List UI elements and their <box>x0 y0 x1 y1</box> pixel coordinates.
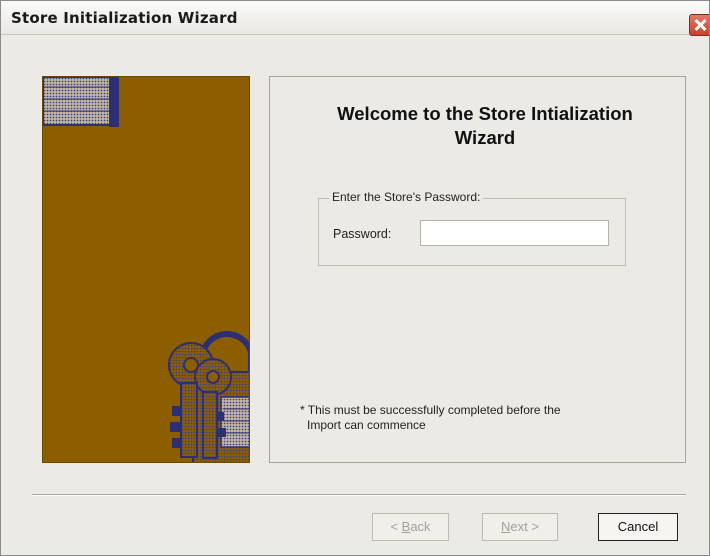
next-button-mnemonic: N <box>501 519 511 534</box>
password-label: Password: <box>333 227 392 241</box>
next-button[interactable]: Next > <box>482 513 558 541</box>
password-groupbox: Enter the Store's Password: Password: <box>318 190 626 266</box>
wizard-content-panel: Welcome to the Store Intialization Wizar… <box>269 76 686 463</box>
requirement-note-line1: * This must be successfully completed be… <box>300 403 561 417</box>
next-button-rest: ext > <box>510 519 539 534</box>
welcome-heading: Welcome to the Store Intialization Wizar… <box>290 102 680 150</box>
title-bar: Store Initialization Wizard <box>1 1 709 35</box>
wizard-window: Store Initialization Wizard Welcome to t… <box>0 0 710 556</box>
cancel-button[interactable]: Cancel <box>598 513 678 541</box>
welcome-heading-line2: Wizard <box>454 127 516 148</box>
keys-and-lock-icon <box>43 77 249 462</box>
back-button[interactable]: < Back <box>372 513 449 541</box>
window-title: Store Initialization Wizard <box>11 9 238 27</box>
back-button-rest: ack <box>410 519 431 534</box>
button-separator <box>32 494 686 496</box>
password-groupbox-legend: Enter the Store's Password: <box>329 190 484 204</box>
wizard-side-image <box>42 76 250 463</box>
requirement-note: * This must be successfully completed be… <box>300 403 561 433</box>
back-button-prefix: < <box>390 519 402 534</box>
requirement-note-line2: Import can commence <box>307 418 426 432</box>
close-icon[interactable] <box>689 14 709 36</box>
password-input[interactable] <box>420 220 609 246</box>
welcome-heading-line1: Welcome to the Store Intialization <box>337 103 633 124</box>
